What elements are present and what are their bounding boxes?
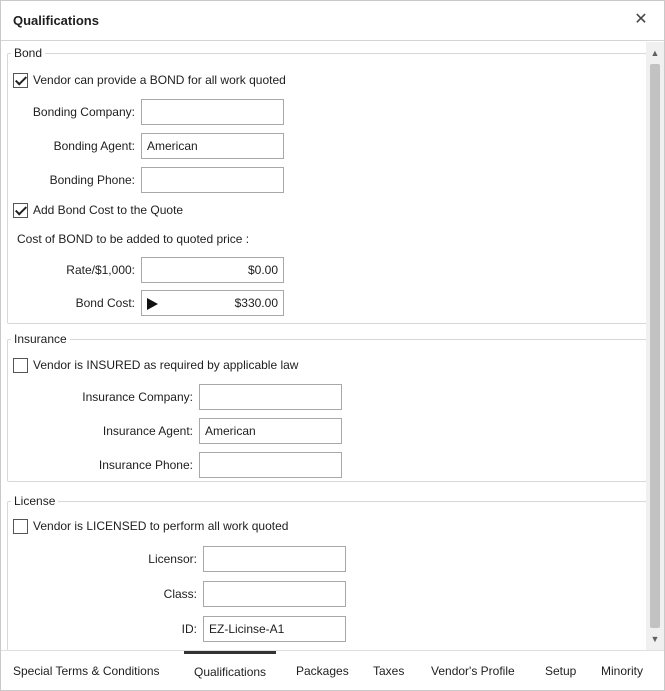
tab-special-terms[interactable]: Special Terms & Conditions — [13, 651, 160, 691]
title-bar: Qualifications ✕ — [1, 1, 664, 41]
licensor-label: Licensor: — [148, 552, 197, 566]
bonding-phone-label: Bonding Phone: — [49, 173, 135, 187]
insurance-company-field[interactable] — [199, 384, 342, 410]
tab-minority[interactable]: Minority — [601, 651, 643, 691]
licensed-checkbox[interactable]: Vendor is LICENSED to perform all work q… — [13, 516, 288, 536]
bonding-company-label: Bonding Company: — [32, 105, 135, 119]
tab-vendors-profile[interactable]: Vendor's Profile — [431, 651, 515, 691]
add-bond-cost-label: Add Bond Cost to the Quote — [33, 203, 184, 217]
license-legend: License — [14, 494, 56, 508]
insured-label: Vendor is INSURED as required by applica… — [33, 358, 299, 372]
qualifications-window: Qualifications ✕ Bond Vendor can provide… — [0, 0, 665, 691]
rate-field[interactable]: $0.00 — [141, 257, 284, 283]
bond-cost-field[interactable]: $330.00 — [141, 290, 284, 316]
tab-strip: Special Terms & Conditions Qualification… — [1, 650, 664, 690]
bond-cost-label: Bond Cost: — [75, 296, 135, 310]
bonding-agent-label: Bonding Agent: — [53, 139, 135, 153]
bond-legend: Bond — [14, 46, 43, 60]
provide-bond-checkbox[interactable]: Vendor can provide a BOND for all work q… — [13, 70, 286, 90]
close-icon[interactable]: ✕ — [630, 9, 652, 31]
scroll-down-icon[interactable]: ▼ — [646, 630, 664, 648]
bonding-phone-field[interactable] — [141, 167, 284, 193]
bonding-company-field[interactable] — [141, 99, 284, 125]
id-label: ID: — [181, 622, 197, 636]
insurance-company-label: Insurance Company: — [82, 390, 193, 404]
licensed-check-icon — [13, 518, 28, 534]
insurance-phone-field[interactable] — [199, 452, 342, 478]
tab-packages[interactable]: Packages — [296, 651, 349, 691]
scrollbar-thumb[interactable] — [650, 64, 660, 628]
licensed-label: Vendor is LICENSED to perform all work q… — [33, 519, 289, 533]
insurance-phone-label: Insurance Phone: — [98, 458, 193, 472]
tab-qualifications[interactable]: Qualifications — [184, 651, 277, 691]
vertical-scrollbar[interactable]: ▲ ▼ — [646, 42, 664, 650]
add-bond-cost-checkbox[interactable]: Add Bond Cost to the Quote — [13, 200, 183, 220]
class-label: Class: — [163, 587, 197, 601]
add-bond-cost-check-icon — [13, 202, 28, 218]
provide-bond-label: Vendor can provide a BOND for all work q… — [33, 73, 286, 87]
bond-cost-note: Cost of BOND to be added to quoted price… — [17, 232, 250, 246]
scroll-up-icon[interactable]: ▲ — [646, 44, 664, 62]
rate-label: Rate/$1,000: — [66, 263, 135, 277]
licensor-field[interactable] — [203, 546, 346, 572]
row-pointer-icon — [147, 298, 158, 310]
id-field[interactable]: EZ-Licinse-A1 — [203, 616, 346, 642]
insured-checkbox[interactable]: Vendor is INSURED as required by applica… — [13, 355, 298, 375]
tab-setup[interactable]: Setup — [545, 651, 576, 691]
class-field[interactable] — [203, 581, 346, 607]
window-title: Qualifications — [13, 13, 99, 28]
tab-taxes[interactable]: Taxes — [373, 651, 404, 691]
qualifications-form: Bond Vendor can provide a BOND for all w… — [1, 42, 646, 650]
insured-check-icon — [13, 357, 28, 373]
bonding-agent-field[interactable]: American — [141, 133, 284, 159]
insurance-agent-field[interactable]: American — [199, 418, 342, 444]
insurance-agent-label: Insurance Agent: — [102, 424, 193, 438]
bond-cost-value: $330.00 — [234, 296, 278, 310]
insurance-legend: Insurance — [14, 332, 67, 346]
provide-bond-check-icon — [13, 72, 28, 88]
